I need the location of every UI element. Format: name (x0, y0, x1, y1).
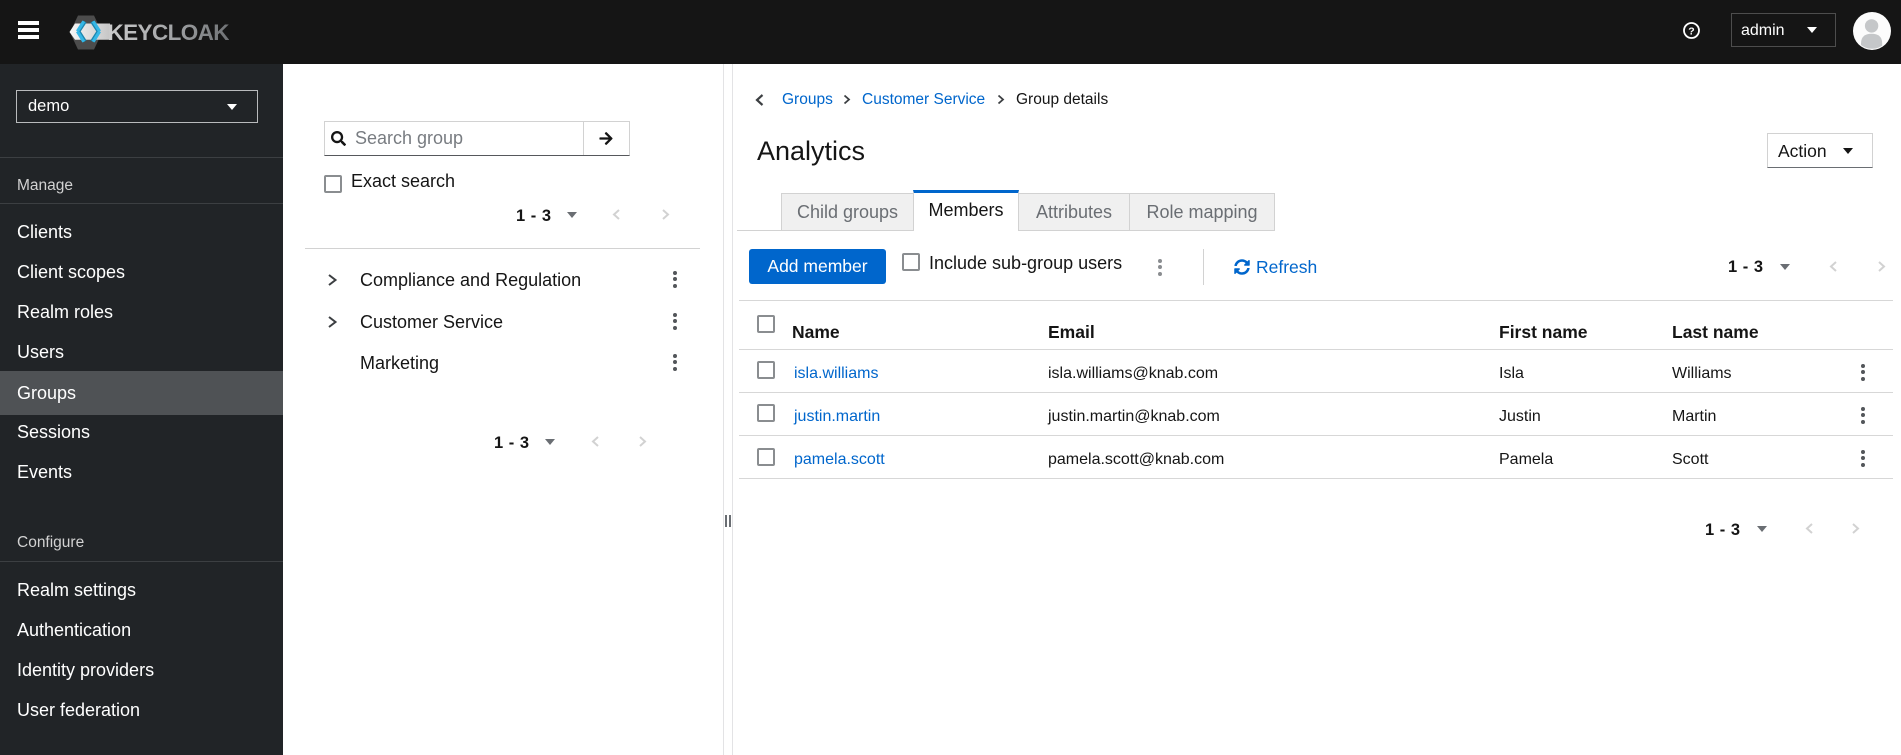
svg-text:?: ? (1688, 25, 1694, 37)
